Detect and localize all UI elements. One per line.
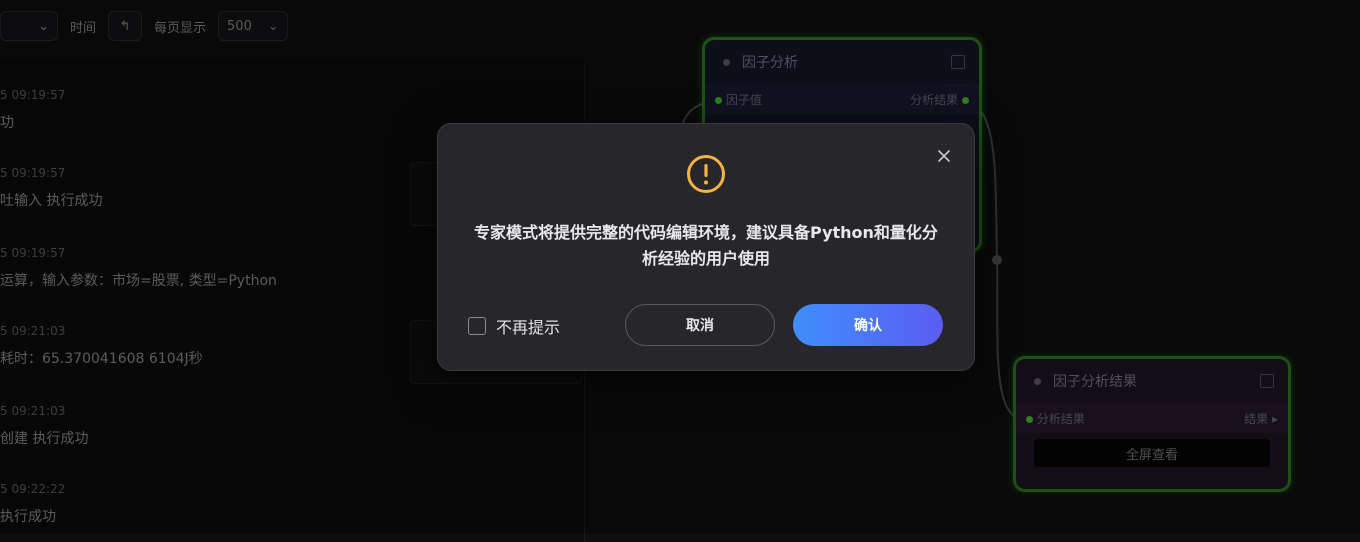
cancel-button[interactable]: 取消 [625, 304, 775, 346]
checkbox-box[interactable] [468, 317, 486, 335]
warning-circle-icon [687, 155, 725, 193]
confirm-button[interactable]: 确认 [793, 304, 943, 346]
checkbox-label: 不再提示 [496, 318, 561, 337]
dont-show-again-checkbox[interactable]: 不再提示 [468, 314, 560, 338]
close-icon[interactable] [936, 148, 952, 164]
expert-mode-dialog: 专家模式将提供完整的代码编辑环境，建议具备Python和量化分析经验的用户使用 … [437, 123, 975, 371]
dialog-message: 专家模式将提供完整的代码编辑环境，建议具备Python和量化分析经验的用户使用 [474, 223, 938, 268]
